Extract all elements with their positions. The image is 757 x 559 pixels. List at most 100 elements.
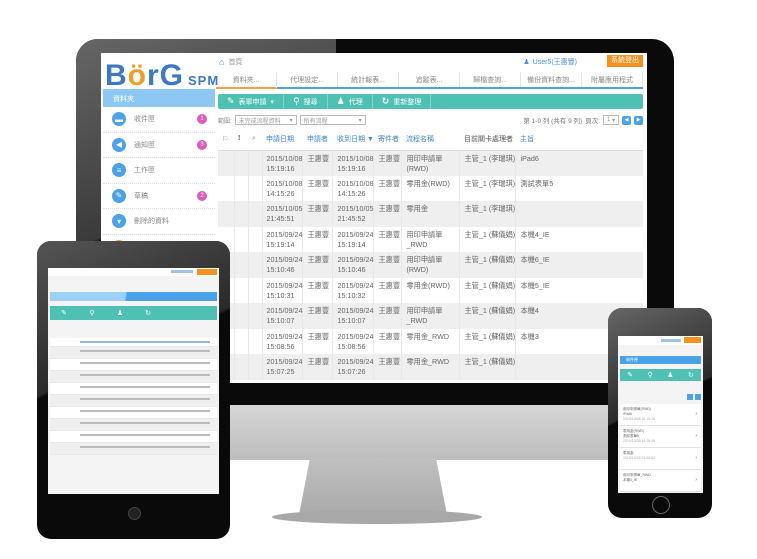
tab[interactable]: 代理設定...	[277, 72, 338, 87]
tab[interactable]: 統計報表...	[338, 72, 399, 87]
tab[interactable]: 追蹤表...	[399, 72, 460, 87]
chevron-right-icon: ›	[695, 433, 697, 439]
search-button[interactable]: ⚲ 搜尋	[284, 94, 328, 109]
search-icon[interactable]: ⚲	[648, 371, 653, 379]
table-row[interactable]: 2015/10/08 15:19:16 王惠豐 2015/10/08 15:19:1…	[218, 150, 643, 176]
tablet-table-row[interactable]	[50, 443, 217, 455]
home-icon[interactable]: ⌂	[219, 57, 224, 67]
flag-column-icon[interactable]: ⚐	[218, 128, 234, 151]
tablet-table-row[interactable]	[50, 431, 217, 443]
column-header[interactable]: 寄件者	[373, 128, 402, 151]
phone-logout-button[interactable]	[684, 337, 701, 343]
phone-list-item[interactable]: 用印申請單(RWD) iPad6 2015/10/08 15:19:16 ›	[620, 404, 701, 426]
records-table: ⚐ ! ⌕ 申請日期 申請者 收到日期 ▼ 寄件者 流程名稱 目前關卡處理者 主旨 2015…	[218, 128, 643, 380]
phone-list-item[interactable]: 用印申請單_RWD 本機4_IE ›	[620, 470, 701, 492]
proxy-button[interactable]: ♟ 代理	[328, 94, 373, 109]
tablet-table-row[interactable]	[50, 338, 217, 347]
sidebar-item[interactable]: ≡ 工作匣	[103, 158, 215, 184]
sidebar-item[interactable]: ◀ 通知匣 3	[103, 133, 215, 158]
next-page-button[interactable]: ▶	[634, 115, 643, 125]
sidebar-item[interactable]: ▬ 收件匣 1	[103, 107, 215, 133]
tablet-table-row[interactable]	[50, 371, 217, 383]
received-date-cell: 2015/10/08 14:15:26	[332, 175, 375, 201]
tablet-table-row[interactable]	[50, 383, 217, 395]
table-row[interactable]: 2015/10/08 14:15:26 王惠豐 2015/10/08 14:15:2…	[218, 175, 643, 201]
tablet-table-row[interactable]	[50, 347, 217, 359]
user-info[interactable]: ♟ User5(王惠豐)	[523, 57, 577, 67]
subject-cell: iPad6	[515, 150, 643, 176]
chevron-down-icon: ▾	[358, 117, 362, 124]
flow-select[interactable]: 所有流程 ▾	[299, 115, 366, 125]
refresh-icon[interactable]: ↻	[134, 309, 162, 317]
priority-column-icon[interactable]: !	[234, 128, 248, 151]
column-header[interactable]: 申請者	[302, 128, 333, 151]
sidebar-item[interactable]: ▾ 刪除的資料	[103, 209, 215, 235]
chevron-right-icon: ›	[695, 477, 697, 483]
page-select[interactable]: 1 ▾	[603, 115, 619, 125]
new-form-button[interactable]: ✎ 表單申請 ▾	[218, 94, 285, 109]
tablet-table-row[interactable]	[50, 395, 217, 407]
phone-folder-select[interactable]: 收件匣	[620, 356, 701, 364]
received-date-cell: 2015/09/24 15:10:32	[332, 277, 375, 303]
refresh-icon[interactable]: ↻	[688, 371, 694, 379]
prev-page-button[interactable]	[687, 394, 693, 400]
pager: 第 1-9 列 (共有 9 列) 頁次: 1 ▾ ◀ ▶	[523, 115, 643, 125]
next-page-button[interactable]	[695, 394, 701, 400]
scope-select[interactable]: 未完成流程資料 ▾	[234, 115, 297, 125]
table-row[interactable]: 2015/09/24 15:08:56 王惠豐 2015/09/24 15:08:5…	[218, 328, 643, 354]
sender-cell: 王惠豐	[373, 226, 403, 252]
monitor-base	[272, 510, 482, 524]
tab[interactable]: 歸檔查詢...	[460, 72, 521, 87]
tab[interactable]: 資料夾...	[216, 72, 277, 89]
count-badge: 2	[197, 190, 207, 201]
table-row[interactable]: 2015/09/24 15:10:07 王惠豐 2015/09/24 15:10:0…	[218, 303, 643, 329]
tablet-logout-button[interactable]	[197, 269, 217, 275]
sidebar-header[interactable]: 資料夾	[103, 89, 215, 107]
column-header[interactable]: 目前關卡處理者	[459, 128, 516, 151]
handler-cell: 主管_1 (蘇儀娟)	[459, 277, 517, 303]
person-icon[interactable]: ♟	[106, 309, 134, 317]
tablet-user	[171, 270, 193, 273]
tablet-table-row[interactable]	[50, 359, 217, 371]
phone-home-button[interactable]	[652, 496, 670, 514]
table-row[interactable]: 2015/09/24 15:19:14 王惠豐 2015/09/24 15:19:1…	[218, 226, 643, 252]
tab[interactable]: 附屬應用程式	[582, 72, 643, 87]
applicant-cell: 王惠豐	[302, 354, 334, 380]
tablet-home-button[interactable]	[128, 507, 141, 520]
table-row[interactable]: 2015/09/24 15:07:25 王惠豐 2015/09/24 15:07:2…	[218, 354, 643, 380]
phone-screen: 收件匣 ✎ ⚲ ♟ ↻ 用印申請單(RWD) iPad6 2015/10/08 15…	[618, 336, 703, 493]
phone-list-item[interactable]: 零用金 2015/10/05 21:45:52 ›	[620, 448, 701, 470]
sender-cell: 王惠豐	[373, 328, 403, 354]
tab[interactable]: 備份資料查詢...	[521, 72, 582, 87]
phone-list-item[interactable]: 零用金(RWD) 測試表單5 2015/10/08 14:15:26 ›	[620, 426, 701, 448]
tablet-table-row[interactable]	[50, 419, 217, 431]
subject-cell: 本機5_IE	[520, 280, 550, 290]
logout-button[interactable]: 系統登出	[607, 55, 643, 67]
chevron-right-icon: ›	[695, 411, 697, 417]
sender-cell: 王惠豐	[373, 277, 403, 303]
table-row[interactable]: 2015/09/24 15:10:31 王惠豐 2015/09/24 15:10:3…	[218, 277, 643, 303]
person-icon[interactable]: ♟	[667, 371, 673, 379]
tablet-folder-bar[interactable]	[50, 292, 217, 301]
column-header[interactable]: 流程名稱	[401, 128, 460, 151]
prev-page-button[interactable]: ◀	[622, 115, 631, 125]
logo-main: BörG	[105, 59, 185, 92]
table-row[interactable]: 2015/09/24 15:10:46 王惠豐 2015/09/24 15:10:4…	[218, 252, 643, 278]
column-header[interactable]: 申請日期	[262, 128, 303, 151]
received-date-cell: 2015/09/24 15:19:14	[332, 226, 375, 252]
attachment-column-icon[interactable]: ⌕	[248, 128, 262, 151]
megaphone-icon: ◀	[112, 137, 126, 152]
edit-icon[interactable]: ✎	[627, 371, 633, 379]
table-row[interactable]: 2015/10/05 21:45:51 王惠豐 2015/10/05 21:45:5…	[218, 201, 643, 227]
column-header[interactable]: 主旨	[515, 128, 643, 151]
breadcrumb-home[interactable]: 首頁	[228, 57, 242, 67]
search-icon[interactable]: ⚲	[78, 309, 106, 317]
apply-date-cell: 2015/10/08 14:15:26	[262, 175, 304, 201]
edit-icon[interactable]: ✎	[50, 309, 78, 317]
tablet-table	[50, 338, 217, 455]
tablet-table-row[interactable]	[50, 407, 217, 419]
breadcrumb: ⌂ 首頁	[219, 57, 242, 67]
sidebar-item[interactable]: ✎ 草稿 2	[103, 184, 215, 209]
refresh-button[interactable]: ↻ 重新整理	[373, 94, 432, 109]
column-header[interactable]: 收到日期 ▼	[332, 128, 374, 151]
